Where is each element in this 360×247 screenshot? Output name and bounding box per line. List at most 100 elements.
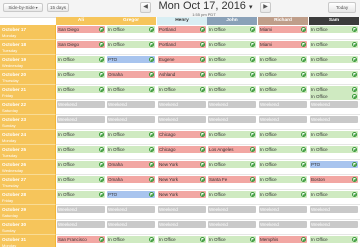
check-circle-icon[interactable] [200,161,205,167]
today-button[interactable]: Today [328,2,356,13]
schedule-entry[interactable]: Weekend [107,206,155,213]
schedule-entry[interactable]: In Office [57,161,105,168]
schedule-entry[interactable]: Weekend [158,116,206,123]
days-range-button[interactable]: 15 days [47,3,69,12]
column-header-henry[interactable]: Henry [157,17,208,25]
schedule-entry[interactable]: In Office [310,191,358,198]
schedule-entry[interactable]: Weekend [107,101,155,108]
view-mode-dropdown[interactable]: Side-by-Side▾ [3,3,43,12]
schedule-entry[interactable]: Memphis [259,236,307,243]
check-circle-icon[interactable] [301,161,306,167]
check-circle-icon[interactable] [200,71,205,77]
schedule-entry[interactable]: New York [158,191,206,198]
check-circle-icon[interactable] [99,71,104,77]
schedule-entry[interactable]: Weekend [259,116,307,123]
schedule-entry[interactable]: In Office [57,56,105,63]
schedule-entry[interactable]: Weekend [310,116,358,123]
schedule-entry[interactable]: In Office [208,86,256,93]
schedule-entry[interactable]: Omaha [107,71,155,78]
schedule-entry[interactable]: In Office [259,191,307,198]
schedule-entry[interactable]: In Office [208,236,256,243]
check-circle-icon[interactable] [352,176,357,182]
column-header-john[interactable]: John [207,17,258,25]
check-circle-icon[interactable] [250,236,255,242]
schedule-entry[interactable]: Weekend [208,116,256,123]
schedule-entry[interactable]: In Office [259,131,307,138]
schedule-entry[interactable]: In Office [208,26,256,33]
schedule-entry[interactable]: In Office [310,236,358,243]
check-circle-icon[interactable] [250,146,255,152]
schedule-entry[interactable]: Portland [158,41,206,48]
schedule-entry[interactable]: In Office [259,146,307,153]
schedule-entry[interactable]: In Office [310,71,358,78]
schedule-entry[interactable]: Omaha [107,176,155,183]
schedule-entry[interactable]: Weekend [57,101,105,108]
schedule-entry[interactable]: In Office [259,56,307,63]
check-circle-icon[interactable] [352,146,357,152]
schedule-entry[interactable]: Weekend [259,206,307,213]
check-circle-icon[interactable] [352,71,357,77]
check-circle-icon[interactable] [352,41,357,47]
schedule-entry[interactable]: In Office [57,191,105,198]
check-circle-icon[interactable] [352,131,357,137]
check-circle-icon[interactable] [99,26,104,32]
schedule-entry[interactable]: Weekend [310,221,358,228]
schedule-entry[interactable]: In Office [208,41,256,48]
check-circle-icon[interactable] [301,86,306,92]
check-circle-icon[interactable] [301,41,306,47]
check-circle-icon[interactable] [99,191,104,197]
schedule-entry[interactable]: Omaha [107,161,155,168]
schedule-entry[interactable]: Chicago [158,131,206,138]
check-circle-icon[interactable] [250,26,255,32]
check-circle-icon[interactable] [200,236,205,242]
date-title-dropdown[interactable]: Mon Oct 17, 2016 ▾ [154,0,257,12]
schedule-entry[interactable]: In Office [107,86,155,93]
schedule-entry[interactable]: Weekend [57,206,105,213]
schedule-entry[interactable]: In Office [57,176,105,183]
check-circle-icon[interactable] [301,176,306,182]
schedule-entry[interactable]: Weekend [208,101,256,108]
schedule-entry[interactable]: Eugene [158,56,206,63]
check-circle-icon[interactable] [200,26,205,32]
schedule-entry[interactable]: In Office [259,176,307,183]
schedule-entry[interactable]: In Office [57,86,105,93]
schedule-entry[interactable]: PTO [107,56,155,63]
check-circle-icon[interactable] [200,191,205,197]
schedule-entry[interactable]: In Office [107,236,155,243]
schedule-entry[interactable]: Ashland [158,71,206,78]
schedule-entry[interactable]: Weekend [158,221,206,228]
check-circle-icon[interactable] [200,56,205,62]
check-circle-icon[interactable] [352,26,357,32]
check-circle-icon[interactable] [250,71,255,77]
check-circle-icon[interactable] [99,41,104,47]
schedule-entry[interactable]: Weekend [57,116,105,123]
schedule-entry[interactable]: Weekend [259,101,307,108]
schedule-entry[interactable]: In Office [208,56,256,63]
column-header-sam[interactable]: Sam [309,17,360,25]
check-circle-icon[interactable] [99,146,104,152]
column-header-ali[interactable]: Ali [56,17,107,25]
schedule-entry[interactable]: Weekend [208,206,256,213]
schedule-entry[interactable]: Weekend [310,206,358,213]
schedule-entry[interactable]: In Office [158,86,206,93]
schedule-entry[interactable]: Weekend [158,206,206,213]
check-circle-icon[interactable] [149,161,154,167]
schedule-entry[interactable]: In Office [310,146,358,153]
schedule-entry[interactable]: PTO [310,161,358,168]
check-circle-icon[interactable] [301,56,306,62]
check-circle-icon[interactable] [149,41,154,47]
schedule-entry[interactable]: In Office [107,41,155,48]
schedule-entry[interactable]: Weekend [57,221,105,228]
schedule-entry[interactable]: New York [158,176,206,183]
check-circle-icon[interactable] [149,56,154,62]
check-circle-icon[interactable] [149,146,154,152]
check-circle-icon[interactable] [200,176,205,182]
check-circle-icon[interactable] [149,236,154,242]
schedule-entry[interactable]: New York [158,161,206,168]
check-circle-icon[interactable] [352,236,357,242]
schedule-entry[interactable]: In Office [208,71,256,78]
check-circle-icon[interactable] [200,86,205,92]
schedule-entry[interactable]: In Office [57,71,105,78]
check-circle-icon[interactable] [352,191,357,197]
schedule-entry[interactable]: In Office [310,26,358,33]
